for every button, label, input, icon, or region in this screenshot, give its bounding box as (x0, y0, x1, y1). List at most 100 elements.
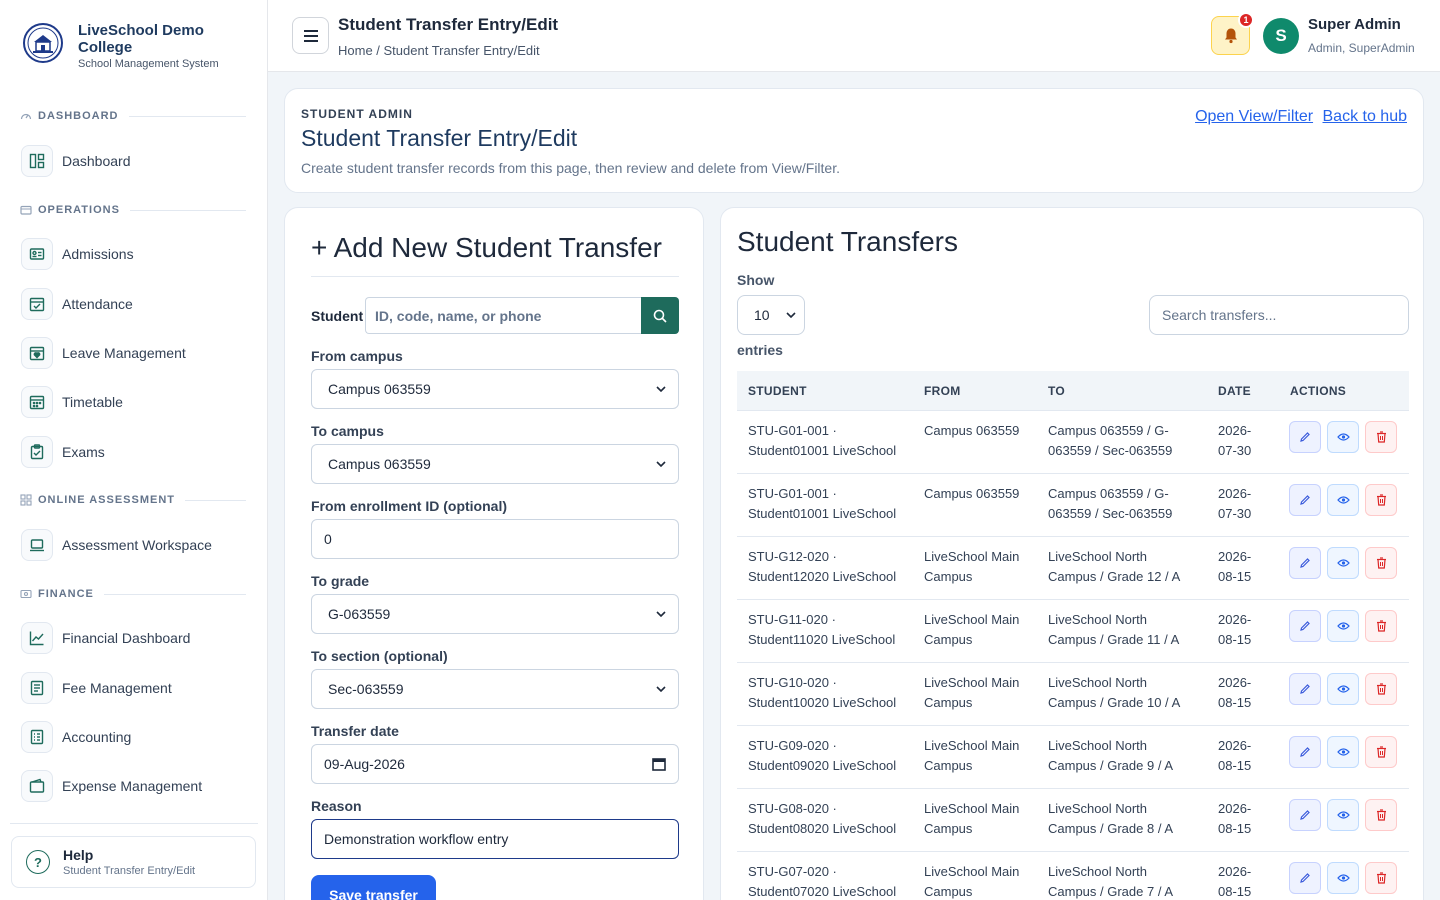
delete-button[interactable] (1365, 421, 1397, 453)
back-to-hub-link[interactable]: Back to hub (1323, 108, 1408, 125)
cell-date-line: 08-15 (1218, 884, 1252, 899)
trash-icon (1376, 746, 1386, 758)
edit-button[interactable] (1289, 673, 1321, 705)
sidebar-item-assessment-workspace[interactable]: Assessment Workspace (21, 529, 212, 561)
from-campus-select[interactable]: Campus 063559 (311, 369, 679, 409)
view-button[interactable] (1327, 547, 1359, 579)
cell-student-line: STU-G09-020 · (748, 738, 837, 753)
edit-button[interactable] (1289, 610, 1321, 642)
cell-date-line: 2026- (1218, 738, 1252, 753)
cell-to: LiveSchool North Campus / Grade 11 / A (1048, 610, 1179, 650)
notification-badge: 1 (1238, 12, 1254, 28)
student-search-input[interactable]: ID, code, name, or phone (365, 297, 643, 334)
view-button[interactable] (1327, 673, 1359, 705)
view-button[interactable] (1327, 862, 1359, 894)
open-view-filter-link[interactable]: Open View/Filter (1195, 108, 1313, 125)
delete-button[interactable] (1365, 610, 1397, 642)
cash-icon (20, 589, 32, 599)
sidebar-item-exams[interactable]: Exams (21, 436, 105, 468)
delete-button[interactable] (1365, 862, 1397, 894)
to-campus-select[interactable]: Campus 063559 (311, 444, 679, 484)
edit-button[interactable] (1289, 799, 1321, 831)
delete-button[interactable] (1365, 736, 1397, 768)
cell-to-line: LiveSchool North (1048, 738, 1147, 753)
enrollment-id-input[interactable]: 0 (311, 519, 679, 559)
brand[interactable]: LiveSchool Demo College School Managemen… (22, 22, 219, 70)
reason-input[interactable]: Demonstration workflow entry (311, 819, 679, 859)
sidebar-item-accounting[interactable]: Accounting (21, 721, 131, 753)
view-button[interactable] (1327, 610, 1359, 642)
cell-student-line: Student08020 LiveSchool (748, 821, 897, 836)
calendar-check-icon (21, 288, 53, 320)
user-role: Admin, SuperAdmin (1308, 41, 1415, 55)
cell-student: STU-G01-001 · Student01001 LiveSchool (748, 421, 896, 461)
college-logo-icon (22, 22, 64, 64)
user-name[interactable]: Super Admin (1308, 16, 1401, 33)
page-size-select[interactable]: 10 (737, 295, 805, 335)
edit-button[interactable] (1289, 547, 1321, 579)
cell-student: STU-G07-020 · Student07020 LiveSchool (748, 862, 896, 900)
to-grade-select[interactable]: G-063559 (311, 594, 679, 634)
edit-button[interactable] (1289, 736, 1321, 768)
table-row: STU-G08-020 · Student08020 LiveSchool Live… (737, 789, 1409, 852)
breadcrumb[interactable]: Home / Student Transfer Entry/Edit (338, 43, 540, 58)
cell-date-line: 08-15 (1218, 569, 1252, 584)
cell-to: LiveSchool North Campus / Grade 7 / A (1048, 862, 1173, 900)
chevron-down-icon (786, 312, 796, 318)
cell-from: LiveSchool Main Campus (924, 610, 1019, 650)
view-button[interactable] (1327, 736, 1359, 768)
sidebar-item-financial-dashboard[interactable]: Financial Dashboard (21, 622, 190, 654)
cell-from-line: Campus (924, 821, 973, 836)
cell-to: Campus 063559 / G- 063559 / Sec-063559 (1048, 484, 1172, 524)
form-title: + Add New Student Transfer (311, 232, 662, 263)
cell-date: 2026- 08-15 (1218, 799, 1251, 839)
cell-student-line: STU-G08-020 · (748, 801, 837, 816)
column-header[interactable]: STUDENT (748, 384, 807, 398)
delete-button[interactable] (1365, 673, 1397, 705)
save-transfer-button[interactable]: Save transfer (311, 875, 436, 900)
cell-to: LiveSchool North Campus / Grade 10 / A (1048, 673, 1180, 713)
sidebar-item-fee-management[interactable]: Fee Management (21, 672, 172, 704)
delete-button[interactable] (1365, 799, 1397, 831)
student-search-button[interactable] (641, 297, 679, 334)
cell-to-line: Campus / Grade 10 / A (1048, 695, 1181, 710)
cell-date: 2026- 08-15 (1218, 862, 1251, 900)
view-button[interactable] (1327, 799, 1359, 831)
sidebar-item-timetable[interactable]: Timetable (21, 386, 123, 418)
table-search-input[interactable]: Search transfers... (1149, 295, 1409, 335)
cell-from-line: LiveSchool Main (924, 612, 1020, 627)
menu-toggle-button[interactable] (292, 17, 329, 54)
sidebar-item-attendance[interactable]: Attendance (21, 288, 133, 320)
column-header[interactable]: DATE (1218, 384, 1251, 398)
cell-student-line: Student10020 LiveSchool (748, 695, 897, 710)
delete-button[interactable] (1365, 484, 1397, 516)
avatar[interactable]: S (1263, 18, 1299, 54)
ledger-icon (21, 721, 53, 753)
student-label: Student (311, 308, 364, 324)
reason-label: Reason (311, 798, 362, 814)
to-section-select[interactable]: Sec-063559 (311, 669, 679, 709)
edit-button[interactable] (1289, 484, 1321, 516)
view-button[interactable] (1327, 484, 1359, 516)
topbar-title: Student Transfer Entry/Edit (338, 15, 559, 34)
edit-button[interactable] (1289, 421, 1321, 453)
column-header[interactable]: FROM (924, 384, 961, 398)
sidebar-item-dashboard[interactable]: Dashboard (21, 145, 131, 177)
cell-date-line: 2026- (1218, 612, 1252, 627)
column-header[interactable]: TO (1048, 384, 1065, 398)
view-button[interactable] (1327, 421, 1359, 453)
edit-button[interactable] (1289, 862, 1321, 894)
sidebar-item-expense-management[interactable]: Expense Management (21, 770, 202, 802)
delete-button[interactable] (1365, 547, 1397, 579)
help-card[interactable]: ? Help Student Transfer Entry/Edit (11, 836, 256, 888)
sidebar-item-leave-management[interactable]: Leave Management (21, 337, 186, 369)
cell-from: LiveSchool Main Campus (924, 736, 1019, 776)
sidebar-item-admissions[interactable]: Admissions (21, 238, 134, 270)
page-eyebrow: STUDENT ADMIN (301, 107, 413, 121)
wallet-icon (21, 770, 53, 802)
eye-icon (1336, 874, 1350, 882)
trash-icon (1376, 683, 1386, 695)
cell-to-line: Campus / Grade 7 / A (1048, 884, 1174, 899)
transfer-date-input[interactable]: 09-Aug-2026 (311, 744, 679, 784)
cell-date: 2026- 08-15 (1218, 673, 1251, 713)
